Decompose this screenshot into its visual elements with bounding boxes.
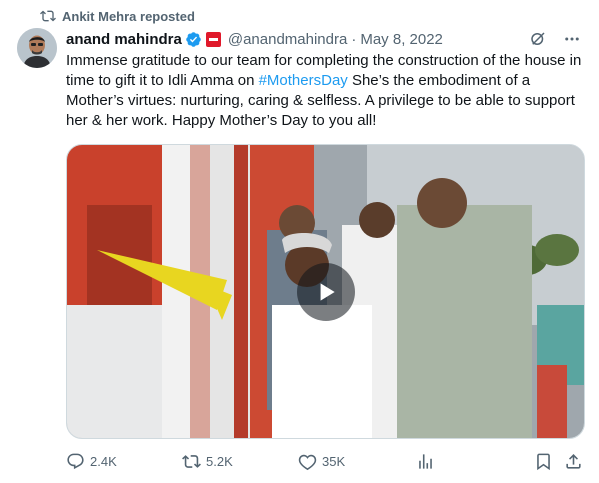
more-options-icon[interactable] — [563, 30, 581, 48]
author-handle[interactable]: @anandmahindra — [228, 31, 347, 48]
reply-icon — [67, 453, 84, 469]
avatar[interactable] — [17, 28, 57, 68]
repost-label: Ankit Mehra reposted — [62, 8, 195, 24]
tweet-text: Immense gratitude to our team for comple… — [66, 51, 586, 131]
play-icon — [320, 282, 335, 301]
video-player[interactable] — [66, 144, 585, 439]
bookmark-button[interactable] — [534, 452, 553, 471]
reply-button[interactable]: 2.4K — [66, 452, 117, 471]
hashtag-link[interactable]: #MothersDay — [259, 72, 348, 89]
reply-count: 2.4K — [90, 453, 117, 469]
heart-icon — [298, 454, 317, 470]
repost-button[interactable]: 5.2K — [182, 452, 233, 471]
author-name[interactable]: anand mahindra — [66, 31, 182, 48]
action-bar: 2.4K 5.2K 35K — [66, 450, 583, 472]
repost-icon — [40, 10, 56, 22]
share-button[interactable] — [564, 452, 583, 471]
bookmark-icon — [537, 453, 550, 470]
like-button[interactable]: 35K — [298, 452, 345, 471]
affiliate-badge-icon[interactable] — [205, 31, 221, 47]
like-count: 35K — [322, 453, 346, 469]
play-button[interactable] — [296, 262, 355, 321]
verified-badge-icon[interactable] — [185, 31, 202, 48]
views-button[interactable] — [416, 452, 435, 471]
tweet-date[interactable]: May 8, 2022 — [360, 31, 443, 48]
grok-icon[interactable] — [529, 30, 547, 48]
views-chart-icon — [419, 453, 432, 469]
share-icon — [566, 453, 581, 469]
separator-dot: · — [351, 30, 357, 48]
repost-icon — [182, 454, 201, 468]
repost-indicator[interactable]: Ankit Mehra reposted — [40, 7, 195, 25]
tweet-header: anand mahindra @anandmahindra · May 8, 2… — [66, 28, 581, 50]
repost-count: 5.2K — [206, 453, 233, 469]
